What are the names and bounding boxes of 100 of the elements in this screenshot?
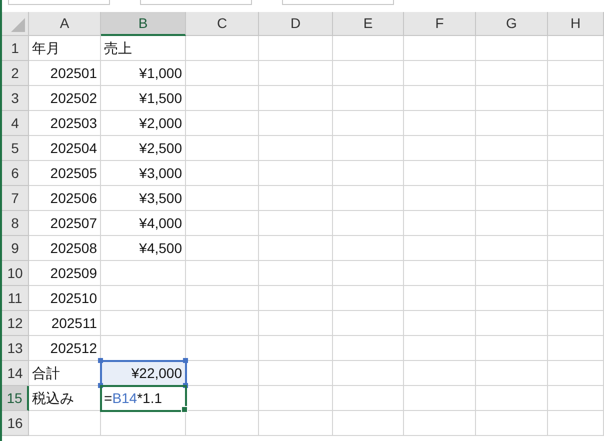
- empty-cell[interactable]: [259, 211, 333, 236]
- table-cell[interactable]: 202510: [29, 286, 101, 311]
- empty-cell[interactable]: [333, 86, 404, 111]
- empty-cell[interactable]: [548, 86, 604, 111]
- empty-cell[interactable]: [259, 286, 333, 311]
- empty-cell[interactable]: [333, 136, 404, 161]
- empty-cell[interactable]: [333, 111, 404, 136]
- empty-cell[interactable]: [476, 61, 548, 86]
- empty-cell[interactable]: [333, 411, 404, 436]
- table-cell[interactable]: 202503: [29, 111, 101, 136]
- empty-cell[interactable]: [259, 161, 333, 186]
- empty-cell[interactable]: [404, 411, 476, 436]
- empty-cell[interactable]: [404, 161, 476, 186]
- empty-cell[interactable]: [476, 386, 548, 411]
- empty-cell[interactable]: [404, 36, 476, 61]
- empty-cell[interactable]: [404, 386, 476, 411]
- empty-cell[interactable]: [548, 161, 604, 186]
- row-header[interactable]: 12: [2, 311, 29, 336]
- empty-cell[interactable]: [186, 111, 259, 136]
- empty-cell[interactable]: [548, 61, 604, 86]
- table-cell[interactable]: =B14*1.1: [101, 386, 186, 411]
- empty-cell[interactable]: [548, 36, 604, 61]
- row-header[interactable]: 5: [2, 136, 29, 161]
- empty-cell[interactable]: [476, 336, 548, 361]
- empty-cell[interactable]: [259, 311, 333, 336]
- empty-cell[interactable]: [476, 186, 548, 211]
- empty-cell[interactable]: [548, 261, 604, 286]
- empty-cell[interactable]: [404, 236, 476, 261]
- column-header[interactable]: A: [29, 12, 101, 36]
- row-header[interactable]: 6: [2, 161, 29, 186]
- empty-cell[interactable]: [333, 386, 404, 411]
- empty-cell[interactable]: [548, 336, 604, 361]
- empty-cell[interactable]: [548, 136, 604, 161]
- column-header[interactable]: C: [186, 12, 259, 36]
- empty-cell[interactable]: [476, 136, 548, 161]
- table-cell[interactable]: 202507: [29, 211, 101, 236]
- table-cell[interactable]: ¥1,500: [101, 86, 186, 111]
- empty-cell[interactable]: [548, 186, 604, 211]
- table-cell[interactable]: 202504: [29, 136, 101, 161]
- empty-cell[interactable]: [476, 286, 548, 311]
- table-cell[interactable]: 202511: [29, 311, 101, 336]
- column-header[interactable]: D: [259, 12, 333, 36]
- table-cell[interactable]: ¥3,000: [101, 161, 186, 186]
- selection-handle[interactable]: [98, 383, 103, 388]
- empty-cell[interactable]: [186, 411, 259, 436]
- table-cell[interactable]: 202506: [29, 186, 101, 211]
- empty-cell[interactable]: [548, 111, 604, 136]
- empty-cell[interactable]: [186, 236, 259, 261]
- table-cell[interactable]: 202508: [29, 236, 101, 261]
- selection-handle[interactable]: [98, 358, 103, 363]
- empty-cell[interactable]: [186, 311, 259, 336]
- empty-cell[interactable]: [259, 236, 333, 261]
- empty-cell[interactable]: [404, 136, 476, 161]
- table-cell[interactable]: ¥3,500: [101, 186, 186, 211]
- empty-cell[interactable]: [259, 61, 333, 86]
- empty-cell[interactable]: [548, 286, 604, 311]
- empty-cell[interactable]: [333, 261, 404, 286]
- empty-cell[interactable]: [404, 336, 476, 361]
- empty-cell[interactable]: [404, 186, 476, 211]
- empty-cell[interactable]: [548, 386, 604, 411]
- row-header[interactable]: 1: [2, 36, 29, 61]
- empty-cell[interactable]: [404, 311, 476, 336]
- empty-cell[interactable]: [186, 86, 259, 111]
- table-cell[interactable]: 売上: [101, 36, 186, 61]
- empty-cell[interactable]: [476, 211, 548, 236]
- empty-cell[interactable]: [333, 36, 404, 61]
- empty-cell[interactable]: [333, 186, 404, 211]
- empty-cell[interactable]: [333, 336, 404, 361]
- empty-cell[interactable]: [476, 411, 548, 436]
- empty-cell[interactable]: [476, 86, 548, 111]
- empty-cell[interactable]: [259, 111, 333, 136]
- table-cell[interactable]: 税込み: [29, 386, 101, 411]
- empty-cell[interactable]: [476, 261, 548, 286]
- fill-handle[interactable]: [181, 406, 188, 413]
- empty-cell[interactable]: [101, 286, 186, 311]
- empty-cell[interactable]: [404, 261, 476, 286]
- empty-cell[interactable]: [404, 61, 476, 86]
- empty-cell[interactable]: [476, 111, 548, 136]
- empty-cell[interactable]: [548, 211, 604, 236]
- column-header[interactable]: F: [404, 12, 476, 36]
- column-header[interactable]: G: [476, 12, 548, 36]
- empty-cell[interactable]: [259, 386, 333, 411]
- empty-cell[interactable]: [476, 36, 548, 61]
- table-cell[interactable]: 202509: [29, 261, 101, 286]
- selection-handle[interactable]: [183, 358, 188, 363]
- empty-cell[interactable]: [404, 211, 476, 236]
- empty-cell[interactable]: [548, 311, 604, 336]
- table-cell[interactable]: ¥4,500: [101, 236, 186, 261]
- empty-cell[interactable]: [333, 211, 404, 236]
- column-header[interactable]: H: [548, 12, 604, 36]
- table-cell[interactable]: 202501: [29, 61, 101, 86]
- table-cell[interactable]: ¥22,000: [101, 361, 186, 386]
- empty-cell[interactable]: [476, 161, 548, 186]
- empty-cell[interactable]: [404, 361, 476, 386]
- empty-cell[interactable]: [186, 161, 259, 186]
- empty-cell[interactable]: [548, 236, 604, 261]
- empty-cell[interactable]: [259, 86, 333, 111]
- table-cell[interactable]: 202505: [29, 161, 101, 186]
- table-cell[interactable]: 202502: [29, 86, 101, 111]
- row-header[interactable]: 9: [2, 236, 29, 261]
